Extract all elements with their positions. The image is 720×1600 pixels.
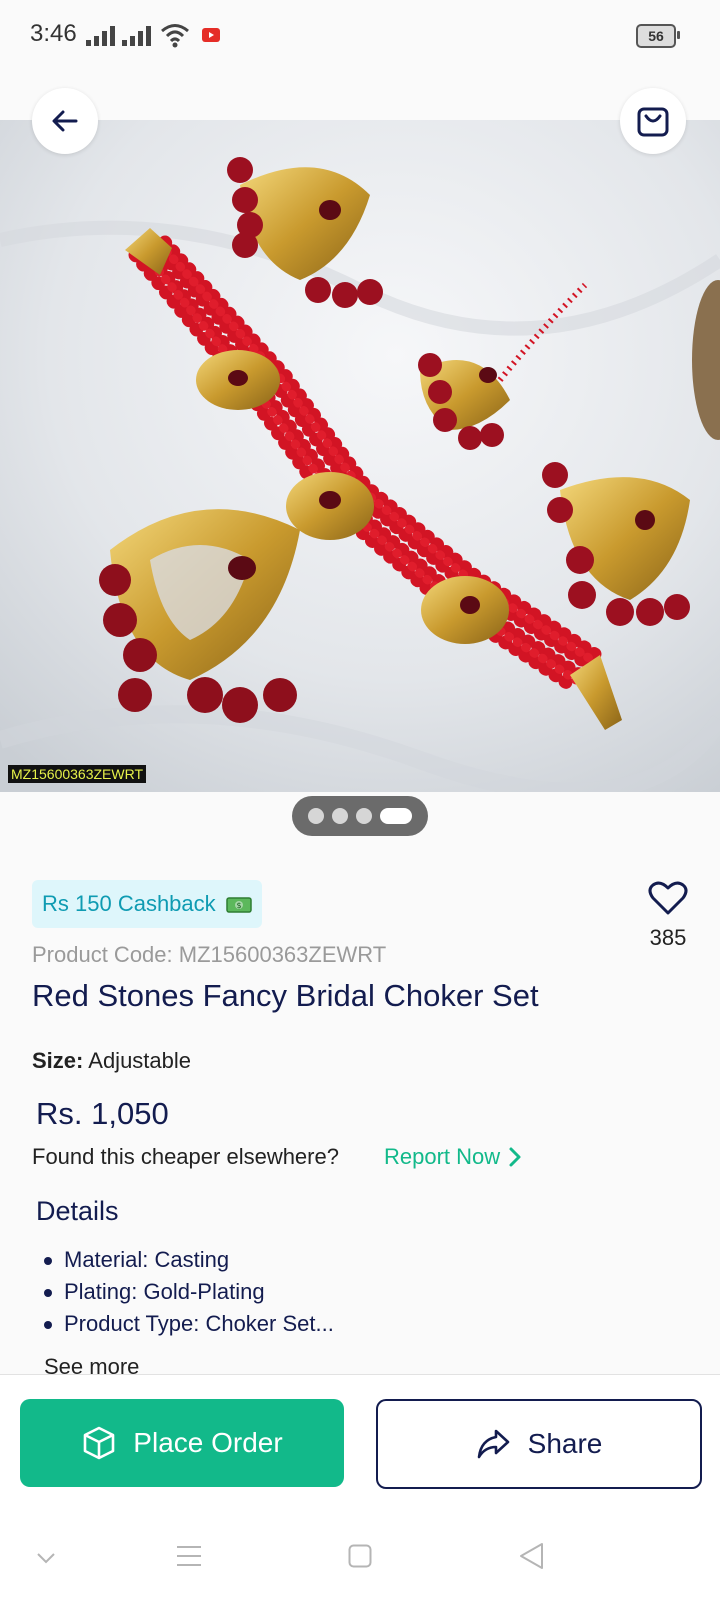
product-size: Size: Adjustable: [32, 1048, 191, 1074]
carousel-dot[interactable]: [308, 808, 324, 824]
size-value: Adjustable: [88, 1048, 192, 1073]
menu-icon[interactable]: [176, 1544, 202, 1568]
status-time: 3:46: [30, 20, 77, 47]
details-heading: Details: [36, 1196, 119, 1226]
carousel-dot-active[interactable]: [380, 808, 412, 824]
report-now-label[interactable]: Report Now: [384, 1144, 500, 1170]
place-order-button[interactable]: Place Order: [20, 1399, 344, 1487]
signal-icon: [86, 26, 115, 46]
home-icon[interactable]: [348, 1544, 372, 1568]
detail-item: Product Type: Choker Set...: [44, 1308, 334, 1340]
chevron-right-icon: [509, 1147, 521, 1167]
heart-icon[interactable]: [648, 880, 688, 916]
detail-item: Plating: Gold-Plating: [44, 1276, 334, 1308]
share-arrow-icon: [477, 1429, 509, 1459]
place-order-label: Place Order: [133, 1427, 283, 1458]
image-code-label: MZ15600363ZEWRT: [8, 765, 147, 783]
size-label: Size:: [32, 1048, 84, 1073]
battery-indicator: 56: [636, 24, 676, 48]
back-arrow-icon: [52, 110, 78, 132]
status-bar: 3:46 56: [0, 0, 720, 72]
carousel-dot[interactable]: [356, 808, 372, 824]
cheaper-prompt: Found this cheaper elsewhere?: [32, 1144, 339, 1169]
system-nav-bar: [0, 1510, 720, 1600]
money-icon: $: [226, 897, 252, 913]
back-icon[interactable]: [518, 1542, 544, 1570]
cashback-label: Rs 150 Cashback: [42, 891, 216, 916]
chevron-down-icon[interactable]: [36, 1552, 56, 1564]
battery-cap: [677, 31, 680, 39]
youtube-icon: [202, 28, 220, 42]
carousel-dot[interactable]: [332, 808, 348, 824]
product-code: Product Code: MZ15600363ZEWRT: [32, 942, 387, 967]
bottom-action-bar: Place Order Share: [0, 1374, 720, 1511]
cart-button[interactable]: [620, 88, 686, 154]
product-image[interactable]: [0, 120, 720, 792]
wifi-icon: [161, 24, 189, 48]
product-price: Rs. 1,050: [36, 1096, 169, 1131]
detail-item: Material: Casting: [44, 1244, 334, 1276]
wishlist-count: 385: [649, 925, 687, 950]
shopping-bag-icon: [637, 107, 669, 137]
box-icon: [83, 1426, 115, 1460]
back-button[interactable]: [32, 88, 98, 154]
wishlist[interactable]: 385: [640, 880, 696, 951]
product-title: Red Stones Fancy Bridal Choker Set: [32, 978, 539, 1013]
details-list: Material: Casting Plating: Gold-Plating …: [44, 1244, 334, 1340]
share-label: Share: [527, 1428, 603, 1459]
report-now-link[interactable]: Report Now: [384, 1144, 522, 1170]
share-button[interactable]: Share: [376, 1399, 702, 1489]
carousel-indicator[interactable]: [292, 796, 428, 836]
svg-text:$: $: [236, 901, 241, 910]
cashback-badge: Rs 150 Cashback $: [32, 880, 262, 928]
signal-icon: [122, 26, 151, 46]
